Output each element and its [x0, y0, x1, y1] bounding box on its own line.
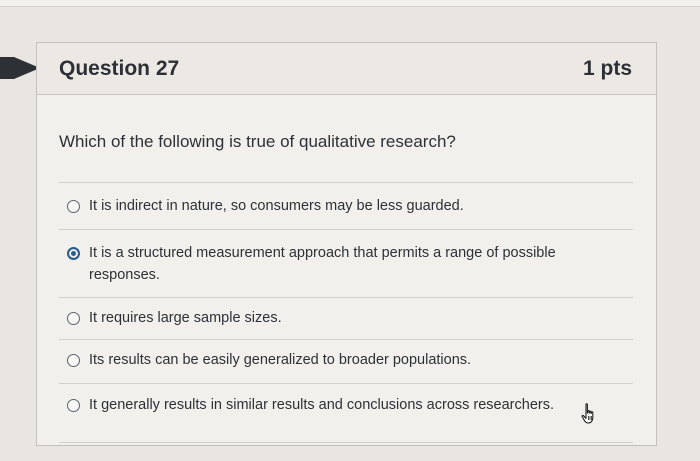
answer-label: It generally results in similar results … [89, 397, 554, 413]
question-header: Question 27 1 pts [37, 43, 656, 95]
question-prompt: Which of the following is true of qualit… [59, 132, 456, 151]
answer-option[interactable]: It requires large sample sizes. [59, 297, 633, 339]
answer-option[interactable]: It is indirect in nature, so consumers m… [59, 182, 633, 229]
answer-label: It is a structured measurement approach … [89, 245, 556, 283]
question-points: 1 pts [582, 57, 632, 80]
answer-list: It is indirect in nature, so consumers m… [59, 182, 633, 443]
answer-option[interactable]: Its results can be easily generalized to… [59, 339, 633, 383]
radio-button-icon[interactable] [67, 200, 80, 213]
page-top-edge [0, 0, 700, 7]
question-title: Question 27 [59, 57, 180, 80]
radio-button-icon[interactable] [67, 354, 80, 367]
answer-label: It is indirect in nature, so consumers m… [89, 198, 464, 214]
hand-pointer-icon [581, 403, 594, 424]
answer-label: Its results can be easily generalized to… [89, 352, 472, 368]
current-question-marker-icon [0, 57, 14, 79]
radio-button-icon[interactable] [67, 312, 80, 325]
radio-button-icon[interactable] [67, 399, 80, 412]
radio-button-selected-icon[interactable] [67, 247, 80, 260]
answer-option[interactable]: It generally results in similar results … [59, 383, 633, 443]
question-card: Question 27 1 pts Which of the following… [36, 42, 657, 446]
answer-label: It requires large sample sizes. [89, 310, 282, 326]
answer-option[interactable]: It is a structured measurement approach … [59, 229, 633, 297]
